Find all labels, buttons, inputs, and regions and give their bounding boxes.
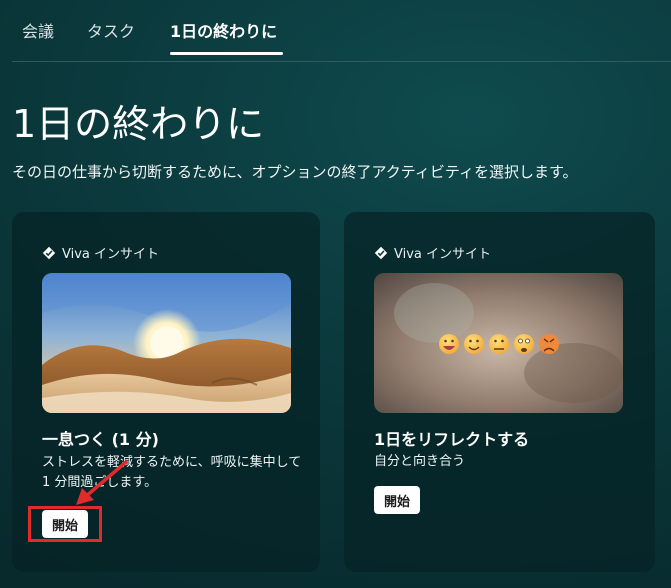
- page-subtitle: その日の仕事から切断するために、オプションの終了アクティビティを選択します。: [12, 163, 578, 181]
- card-title: 一息つく (1 分): [42, 430, 159, 449]
- card-source-label: Viva インサイト: [62, 247, 160, 262]
- viva-insights-icon: [42, 246, 56, 259]
- tab-divider: [12, 61, 671, 62]
- viva-insights-icon: [374, 246, 388, 259]
- page-title: 1日の終わりに: [12, 102, 265, 146]
- frustrated-emoji-icon: [539, 334, 559, 354]
- worried-emoji-icon: [514, 334, 534, 354]
- card-description: ストレスを軽減するために、呼吸に集中して 1 分間過ごします。: [42, 455, 302, 490]
- card-image-mood-emojis[interactable]: [374, 273, 623, 413]
- activity-card-breathe: Viva インサイト 一息つく (1 分) ストレスを軽減するために、呼吸に集中…: [12, 212, 320, 572]
- card-source: Viva インサイト: [374, 243, 491, 262]
- active-tab-indicator: [170, 52, 283, 55]
- tab-tasks[interactable]: タスク: [87, 18, 135, 42]
- mood-emojis-image: [374, 273, 623, 413]
- smile-emoji-icon: [464, 334, 484, 354]
- card-title: 1日をリフレクトする: [374, 430, 530, 449]
- desert-sunrise-image: [42, 273, 291, 413]
- happy-emoji-icon: [439, 334, 459, 354]
- tab-meetings[interactable]: 会議: [22, 18, 54, 42]
- tab-bar: 会議 タスク 1日の終わりに: [0, 0, 671, 62]
- start-button-breathe[interactable]: 開始: [42, 510, 89, 538]
- tab-end-of-day[interactable]: 1日の終わりに: [170, 18, 277, 42]
- neutral-emoji-icon: [489, 334, 509, 354]
- card-image-desert-sunrise[interactable]: [42, 273, 291, 413]
- card-source: Viva インサイト: [42, 243, 159, 262]
- card-description: 自分と向き合う: [374, 454, 466, 469]
- card-source-label: Viva インサイト: [394, 247, 492, 262]
- activity-card-reflect: Viva インサイト 1日をリフレクトする 自分と向き合う 開始: [344, 212, 655, 572]
- start-button-reflect[interactable]: 開始: [374, 486, 421, 514]
